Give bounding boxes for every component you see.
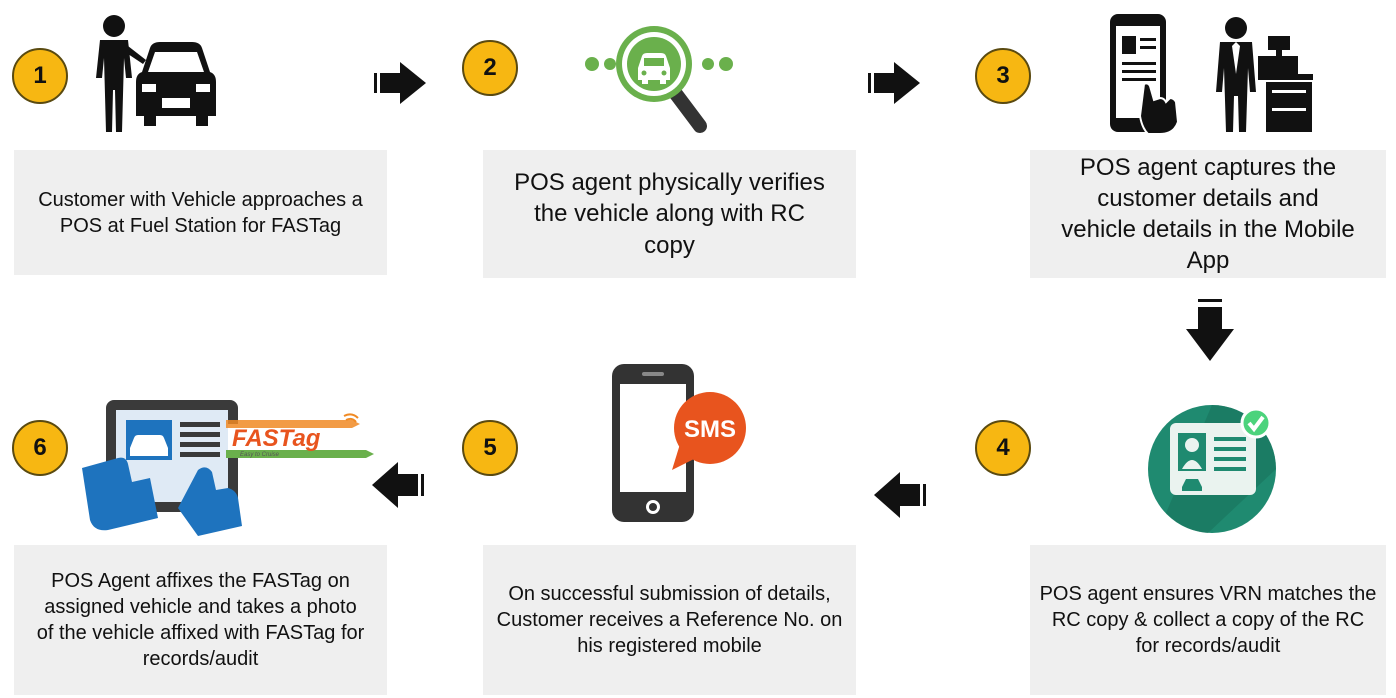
step-5-badge: 5	[462, 420, 518, 476]
step-2-badge: 2	[462, 40, 518, 96]
step-4-box: POS agent ensures VRN matches the RC cop…	[1030, 545, 1386, 695]
step-6-text: POS Agent affixes the FASTag on assigned…	[36, 570, 365, 670]
arrow-down-icon	[1186, 299, 1234, 361]
step-1-text: Customer with Vehicle approaches a POS a…	[38, 188, 363, 237]
arrow-left-icon	[874, 472, 926, 518]
fastag-logo: FASTag Easy to Cruise	[226, 413, 374, 458]
step-5-box: On successful submission of details, Cus…	[483, 545, 856, 695]
step-2-text: POS agent physically verifies the vehicl…	[514, 169, 825, 259]
mobile-app-agent-icon	[1110, 14, 1313, 135]
person-with-car-icon	[96, 15, 216, 132]
rc-card-verified-icon	[1148, 405, 1276, 533]
step-3-badge: 3	[975, 48, 1031, 104]
step-5-text: On successful submission of details, Cus…	[496, 583, 843, 657]
vehicle-magnifier-icon	[585, 26, 733, 133]
step-3-box: POS agent captures the customer details …	[1030, 150, 1386, 278]
tablet-photo-icon	[82, 400, 242, 536]
step-4-text: POS agent ensures VRN matches the RC cop…	[1039, 583, 1377, 657]
step-1-badge: 1	[12, 48, 68, 104]
arrow-left-icon	[372, 462, 424, 508]
fastag-logo-text: FASTag	[232, 425, 321, 452]
fastag-tagline: Easy to Cruise	[240, 452, 280, 458]
step-6-box: POS Agent affixes the FASTag on assigned…	[14, 545, 387, 695]
step-3-text: POS agent captures the customer details …	[1061, 153, 1355, 275]
step-4-badge: 4	[975, 420, 1031, 476]
arrow-right-icon	[374, 62, 426, 104]
sms-phone-icon: SMS	[612, 364, 746, 522]
step-1-box: Customer with Vehicle approaches a POS a…	[14, 150, 387, 275]
sms-label: SMS	[684, 416, 736, 443]
step-2-box: POS agent physically verifies the vehicl…	[483, 150, 856, 278]
step-6-badge: 6	[12, 420, 68, 476]
arrow-right-icon	[868, 62, 920, 104]
